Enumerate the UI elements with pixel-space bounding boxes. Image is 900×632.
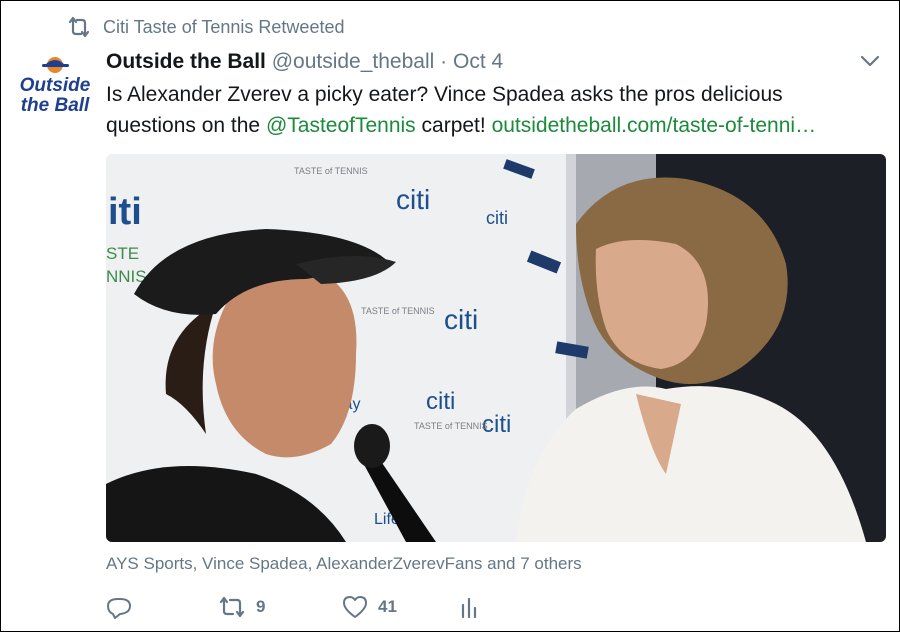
reply-icon	[107, 598, 131, 619]
backdrop-citi-2: citi	[444, 304, 478, 335]
avatar[interactable]: Outside the Ball	[15, 53, 95, 119]
tweet-media-image[interactable]: iti STE NNIS citi citi citi citi citi TA…	[106, 154, 886, 542]
url-link[interactable]: outsidetheball.com/taste-of-tenni…	[492, 114, 817, 137]
tweet-card[interactable]: Citi Taste of Tennis Retweeted Outside t…	[0, 0, 900, 632]
backdrop-text-nnis: NNIS	[106, 267, 147, 286]
backdrop-citi-3: citi	[426, 388, 455, 415]
backdrop-taste-2: TASTE of TENNIS	[361, 306, 435, 316]
tweet-header: Outside the Ball @outside_theball · Oct …	[106, 49, 503, 75]
heart-icon	[343, 596, 367, 618]
analytics-button[interactable]	[458, 595, 480, 619]
retweet-context-text[interactable]: Citi Taste of Tennis Retweeted	[103, 17, 344, 38]
mention-link[interactable]: @TasteofTennis	[266, 114, 416, 137]
analytics-icon	[461, 597, 477, 619]
backdrop-text-iti: iti	[108, 191, 142, 233]
liked-by-text[interactable]: AYS Sports, Vince Spadea, AlexanderZvere…	[106, 554, 582, 574]
tweet-text: Is Alexander Zverev a picky eater? Vince…	[106, 79, 866, 141]
reply-button[interactable]	[106, 595, 218, 619]
avatar-text-1: Outside	[20, 75, 91, 96]
backdrop-text-ste: STE	[106, 244, 139, 263]
like-count: 41	[378, 597, 397, 616]
retweet-context: Citi Taste of Tennis Retweeted	[67, 16, 344, 38]
like-button[interactable]: 41	[342, 595, 458, 619]
backdrop-citi-5: citi	[486, 208, 508, 228]
backdrop-citi-1: citi	[396, 184, 430, 215]
tweet-text-part2: carpet!	[415, 114, 492, 137]
retweet-button[interactable]: 9	[218, 596, 342, 618]
avatar-text-2: the Ball	[21, 95, 90, 116]
backdrop-taste-1: TASTE of TENNIS	[294, 166, 368, 176]
header-separator: ·	[440, 50, 448, 73]
author-name[interactable]: Outside the Ball	[106, 50, 266, 73]
retweet-icon	[219, 596, 245, 618]
tweet-actions: 9 41	[106, 595, 480, 619]
retweet-count: 9	[256, 597, 266, 616]
backdrop-taste-3: TASTE of TENNIS	[414, 421, 488, 431]
author-handle[interactable]: @outside_theball	[272, 50, 435, 73]
retweet-icon	[68, 16, 90, 38]
chevron-down-icon[interactable]	[859, 53, 881, 69]
tweet-date[interactable]: Oct 4	[453, 50, 503, 73]
